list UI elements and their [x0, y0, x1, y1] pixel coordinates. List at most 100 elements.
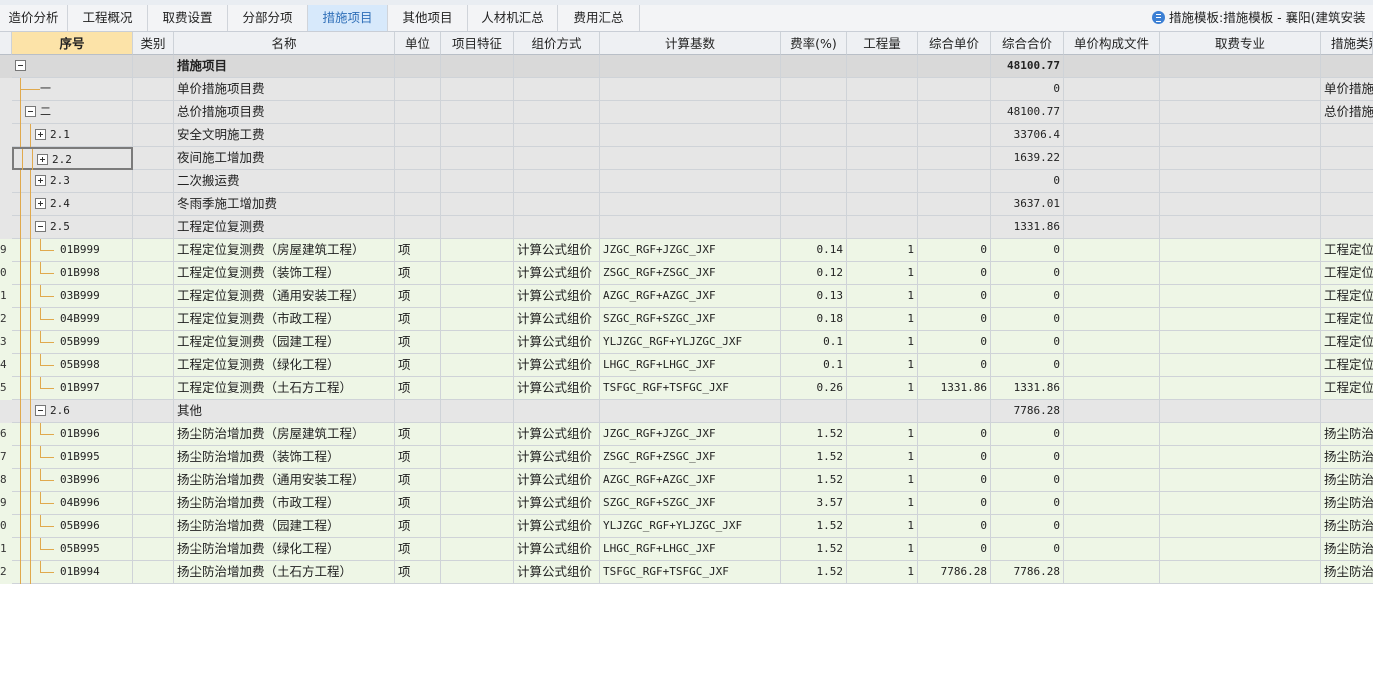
rate-cell[interactable]: 1.52	[781, 561, 847, 584]
category-cell[interactable]	[133, 423, 174, 446]
features-cell[interactable]	[441, 170, 514, 193]
unit-cell[interactable]	[395, 170, 441, 193]
unit-price-cell[interactable]: 0	[918, 538, 991, 561]
unit-price-cell[interactable]: 0	[918, 515, 991, 538]
unit-price-cell[interactable]	[918, 124, 991, 147]
quantity-cell[interactable]	[847, 124, 918, 147]
fee-specialty-cell[interactable]	[1160, 101, 1321, 124]
rate-cell[interactable]: 1.52	[781, 469, 847, 492]
unit-price-cell[interactable]: 0	[918, 285, 991, 308]
features-cell[interactable]	[441, 400, 514, 423]
calc-base-cell[interactable]: YLJZGC_RGF+YLJZGC_JXF	[600, 515, 781, 538]
category-cell[interactable]	[133, 101, 174, 124]
fee-specialty-cell[interactable]	[1160, 124, 1321, 147]
pricing-method-cell[interactable]	[514, 193, 600, 216]
total-price-cell[interactable]: 0	[991, 515, 1064, 538]
features-cell[interactable]	[441, 446, 514, 469]
table-row[interactable]: 0 01B998 工程定位复测费（装饰工程）项 计算公式组价 ZSGC_RGF+ZSGC…	[0, 262, 1373, 285]
unit-cell[interactable]: 项	[395, 469, 441, 492]
seq-cell[interactable]: 05B996	[12, 515, 133, 538]
rate-cell[interactable]: 0.14	[781, 239, 847, 262]
rate-cell[interactable]	[781, 147, 847, 170]
measure-category-cell[interactable]: 工程定位	[1321, 354, 1373, 377]
calc-base-cell[interactable]: ZSGC_RGF+ZSGC_JXF	[600, 262, 781, 285]
seq-cell[interactable]: 03B996	[12, 469, 133, 492]
expand-icon[interactable]	[35, 129, 46, 140]
name-cell[interactable]: 扬尘防治增加费（装饰工程）	[174, 446, 395, 469]
name-cell[interactable]: 工程定位复测费（通用安装工程）	[174, 285, 395, 308]
measure-category-cell[interactable]: 工程定位	[1321, 239, 1373, 262]
category-cell[interactable]	[133, 216, 174, 239]
fee-specialty-cell[interactable]	[1160, 308, 1321, 331]
name-cell[interactable]: 扬尘防治增加费（绿化工程）	[174, 538, 395, 561]
category-cell[interactable]	[133, 124, 174, 147]
fee-specialty-cell[interactable]	[1160, 193, 1321, 216]
quantity-cell[interactable]: 1	[847, 538, 918, 561]
tab-fee-settings[interactable]: 取费设置	[148, 5, 228, 31]
calc-base-cell[interactable]	[600, 147, 781, 170]
category-cell[interactable]	[133, 377, 174, 400]
rate-cell[interactable]	[781, 55, 847, 78]
category-cell[interactable]	[133, 446, 174, 469]
total-price-cell[interactable]: 3637.01	[991, 193, 1064, 216]
total-price-cell[interactable]: 0	[991, 446, 1064, 469]
measure-category-cell[interactable]: 扬尘防治	[1321, 423, 1373, 446]
name-cell[interactable]: 工程定位复测费（园建工程）	[174, 331, 395, 354]
category-cell[interactable]	[133, 308, 174, 331]
pricing-method-cell[interactable]: 计算公式组价	[514, 354, 600, 377]
fee-specialty-cell[interactable]	[1160, 331, 1321, 354]
features-cell[interactable]	[441, 331, 514, 354]
unit-cell[interactable]: 项	[395, 354, 441, 377]
table-row[interactable]: 一 单价措施项目费 0 单价措施	[0, 78, 1373, 101]
price-file-cell[interactable]	[1064, 124, 1160, 147]
pricing-method-cell[interactable]	[514, 124, 600, 147]
seq-cell[interactable]: 01B997	[12, 377, 133, 400]
category-cell[interactable]	[133, 55, 174, 78]
price-file-cell[interactable]	[1064, 446, 1160, 469]
unit-price-cell[interactable]: 0	[918, 492, 991, 515]
seq-cell[interactable]: 一	[12, 78, 133, 101]
fee-specialty-cell[interactable]	[1160, 423, 1321, 446]
price-file-cell[interactable]	[1064, 400, 1160, 423]
header-rate[interactable]: 费率(%)	[781, 32, 847, 55]
tab-other-items[interactable]: 其他项目	[388, 5, 468, 31]
unit-price-cell[interactable]	[918, 400, 991, 423]
pricing-method-cell[interactable]: 计算公式组价	[514, 515, 600, 538]
pricing-method-cell[interactable]: 计算公式组价	[514, 446, 600, 469]
price-file-cell[interactable]	[1064, 262, 1160, 285]
features-cell[interactable]	[441, 492, 514, 515]
price-file-cell[interactable]	[1064, 78, 1160, 101]
price-file-cell[interactable]	[1064, 285, 1160, 308]
calc-base-cell[interactable]: AZGC_RGF+AZGC_JXF	[600, 285, 781, 308]
total-price-cell[interactable]: 0	[991, 331, 1064, 354]
price-file-cell[interactable]	[1064, 515, 1160, 538]
calc-base-cell[interactable]: LHGC_RGF+LHGC_JXF	[600, 538, 781, 561]
total-price-cell[interactable]: 33706.4	[991, 124, 1064, 147]
rate-cell[interactable]: 0.1	[781, 331, 847, 354]
features-cell[interactable]	[441, 561, 514, 584]
table-row[interactable]: 6 01B996 扬尘防治增加费（房屋建筑工程）项 计算公式组价 JZGC_RGF+JZ…	[0, 423, 1373, 446]
unit-cell[interactable]: 项	[395, 492, 441, 515]
seq-cell[interactable]: 二	[12, 101, 133, 124]
expand-icon[interactable]	[35, 198, 46, 209]
measure-category-cell[interactable]	[1321, 55, 1373, 78]
table-row[interactable]: 2 04B999 工程定位复测费（市政工程）项 计算公式组价 SZGC_RGF+SZGC…	[0, 308, 1373, 331]
unit-price-cell[interactable]: 1331.86	[918, 377, 991, 400]
unit-price-cell[interactable]	[918, 78, 991, 101]
seq-cell[interactable]: 05B999	[12, 331, 133, 354]
calc-base-cell[interactable]	[600, 170, 781, 193]
table-row[interactable]: 2.6 其他 7786.28	[0, 400, 1373, 423]
unit-price-cell[interactable]: 0	[918, 446, 991, 469]
seq-cell[interactable]: 2.2	[12, 147, 133, 172]
header-total-price[interactable]: 综合合价	[991, 32, 1064, 55]
price-file-cell[interactable]	[1064, 561, 1160, 584]
calc-base-cell[interactable]: JZGC_RGF+JZGC_JXF	[600, 239, 781, 262]
quantity-cell[interactable]: 1	[847, 262, 918, 285]
pricing-method-cell[interactable]: 计算公式组价	[514, 469, 600, 492]
total-price-cell[interactable]: 48100.77	[991, 55, 1064, 78]
unit-price-cell[interactable]: 0	[918, 469, 991, 492]
features-cell[interactable]	[441, 469, 514, 492]
table-row[interactable]: 1 03B999 工程定位复测费（通用安装工程）项 计算公式组价 AZGC_RGF+AZ…	[0, 285, 1373, 308]
pricing-method-cell[interactable]: 计算公式组价	[514, 492, 600, 515]
unit-price-cell[interactable]: 0	[918, 423, 991, 446]
